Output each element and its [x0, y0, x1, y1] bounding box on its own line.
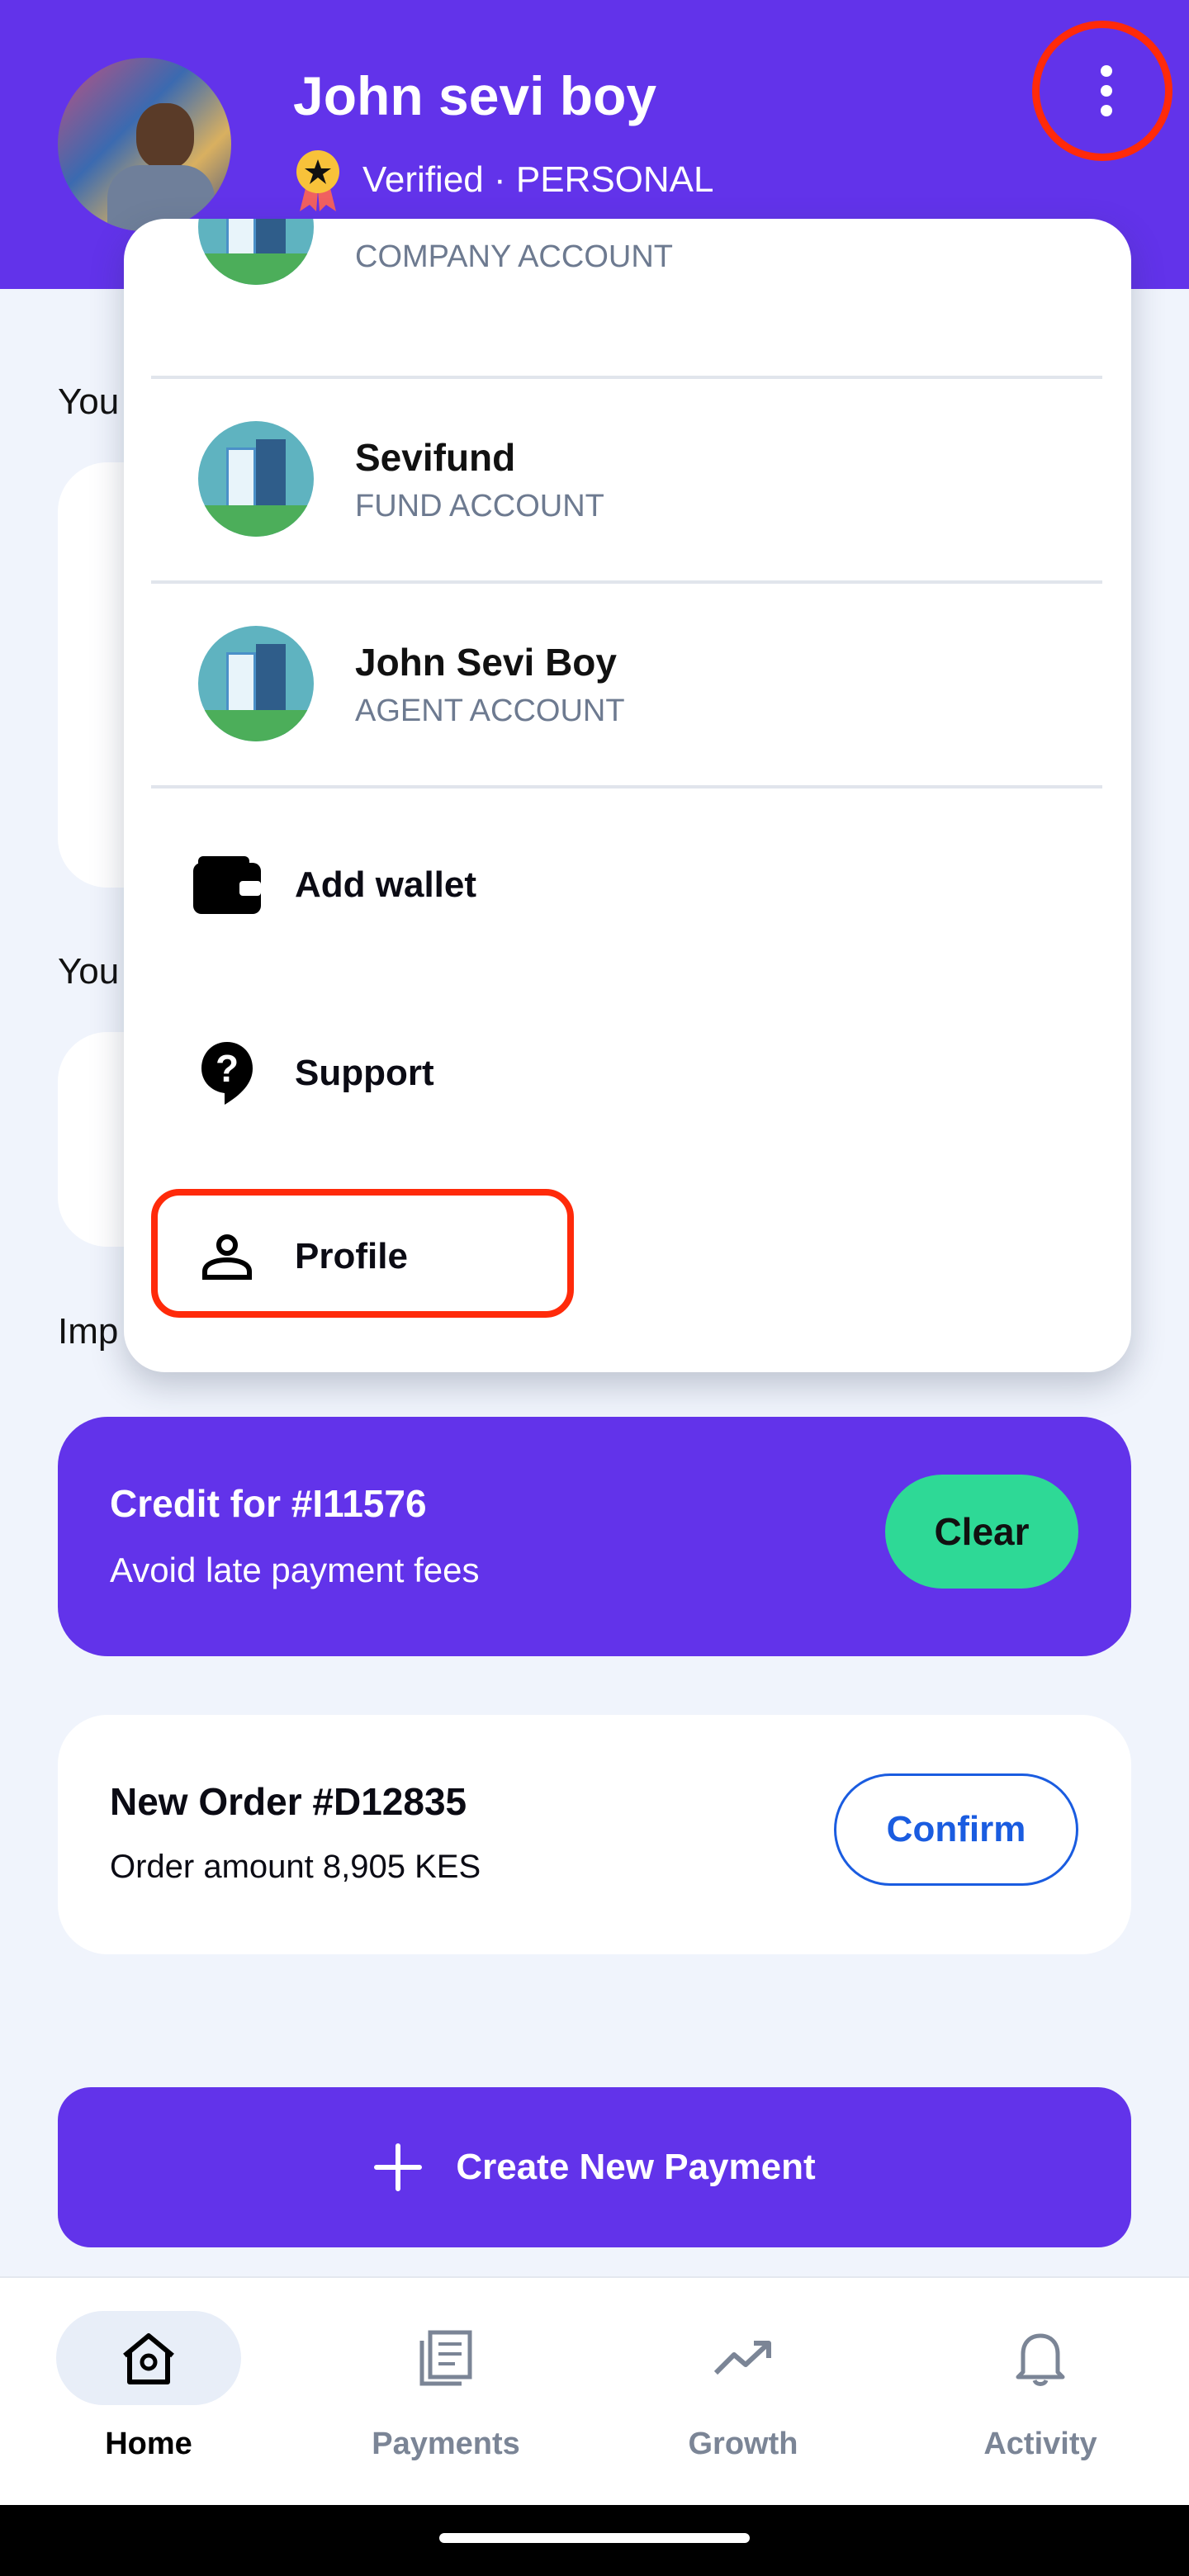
- menu-item-add-wallet[interactable]: Add wallet: [124, 836, 1131, 935]
- account-type: AGENT ACCOUNT: [355, 694, 625, 728]
- menu-item-label: Add wallet: [295, 864, 477, 905]
- medal-icon: [296, 150, 339, 211]
- create-payment-label: Create New Payment: [456, 2147, 816, 2187]
- status-text: Verified · PERSONAL: [362, 159, 714, 200]
- tab-activity[interactable]: Activity: [892, 2311, 1189, 2462]
- receipt-icon: [419, 2330, 472, 2386]
- bottom-nav: Home Payments Growth Activity: [0, 2276, 1189, 2505]
- tab-label: Activity: [983, 2427, 1097, 2461]
- clear-button[interactable]: Clear: [885, 1475, 1078, 1589]
- create-payment-button[interactable]: Create New Payment: [58, 2087, 1131, 2247]
- wallet-icon: [186, 855, 268, 916]
- tab-payments[interactable]: Payments: [297, 2311, 594, 2462]
- divider: [151, 785, 1102, 788]
- profile-highlight-box: [151, 1189, 574, 1318]
- svg-text:?: ?: [216, 1047, 239, 1090]
- bell-icon: [1016, 2333, 1065, 2386]
- account-type: COMPANY ACCOUNT: [355, 239, 673, 274]
- section-label: You: [58, 381, 120, 422]
- tab-label: Growth: [688, 2427, 798, 2461]
- home-gesture-handle[interactable]: [439, 2533, 750, 2543]
- user-name: John sevi boy: [293, 65, 657, 126]
- order-card: New Order #D12835 Order amount 8,905 KES…: [58, 1715, 1131, 1954]
- verification-status: Verified · PERSONAL: [293, 147, 714, 213]
- credit-card: Credit for #I11576 Avoid late payment fe…: [58, 1417, 1131, 1656]
- menu-item-support[interactable]: ? Support: [124, 1024, 1131, 1123]
- divider: [151, 376, 1102, 379]
- divider: [151, 580, 1102, 584]
- menu-item-label: Support: [295, 1053, 434, 1093]
- tab-home[interactable]: Home: [0, 2311, 297, 2462]
- account-type: FUND ACCOUNT: [355, 489, 604, 523]
- home-icon: [123, 2333, 174, 2384]
- credit-title: Credit for #I11576: [110, 1482, 427, 1525]
- confirm-button[interactable]: Confirm: [834, 1773, 1078, 1886]
- section-label: You: [58, 951, 120, 992]
- account-name: John Sevi Boy: [355, 641, 617, 684]
- tab-label: Payments: [372, 2427, 520, 2461]
- account-name: Sevifund: [355, 436, 516, 479]
- help-bubble-icon: ?: [186, 1040, 268, 1106]
- building-icon: [198, 219, 314, 285]
- building-icon: [198, 421, 314, 537]
- order-title: New Order #D12835: [110, 1780, 467, 1823]
- tab-label: Home: [105, 2427, 192, 2461]
- tab-growth[interactable]: Growth: [594, 2311, 892, 2462]
- avatar[interactable]: [58, 58, 231, 231]
- credit-subtitle: Avoid late payment fees: [110, 1551, 480, 1589]
- highlight-ring: [1032, 21, 1172, 161]
- trending-up-icon: [713, 2341, 771, 2375]
- section-label: Imp: [58, 1311, 119, 1352]
- building-icon: [198, 626, 314, 741]
- plus-icon: [374, 2143, 423, 2191]
- order-subtitle: Order amount 8,905 KES: [110, 1849, 481, 1885]
